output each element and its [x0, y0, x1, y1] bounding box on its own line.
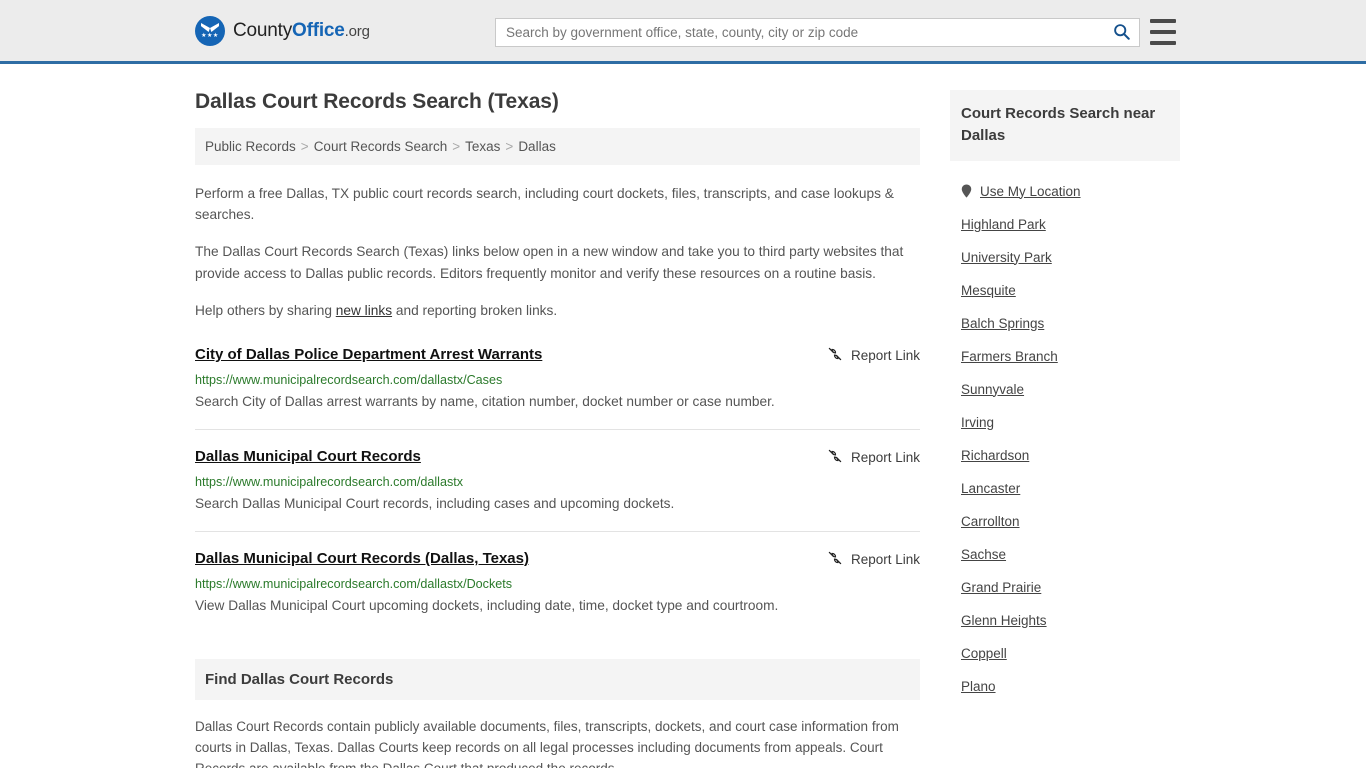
result-description: Search Dallas Municipal Court records, i… [195, 496, 675, 512]
sidebar: Court Records Search near Dallas Use My … [950, 64, 1180, 768]
sidebar-heading: Court Records Search near Dallas [950, 90, 1180, 161]
use-my-location-link[interactable]: Use My Location [980, 184, 1081, 199]
broken-link-icon [827, 448, 843, 467]
map-pin-icon [961, 184, 972, 198]
sidebar-item-highland-park[interactable]: Highland Park [950, 208, 1180, 241]
broken-link-icon [827, 550, 843, 569]
breadcrumb-item-court-records-search[interactable]: Court Records Search [314, 139, 448, 154]
find-records-heading: Find Dallas Court Records [195, 658, 920, 700]
result-title-link[interactable]: Dallas Municipal Court Records (Dallas, … [195, 549, 529, 569]
breadcrumb-separator: > [300, 139, 309, 154]
sidebar-item-sachse[interactable]: Sachse [950, 538, 1180, 571]
sidebar-city-link[interactable]: Lancaster [961, 481, 1020, 496]
sidebar-item-richardson[interactable]: Richardson [950, 439, 1180, 472]
sidebar-item-balch-springs[interactable]: Balch Springs [950, 307, 1180, 340]
sidebar-city-link[interactable]: Farmers Branch [961, 349, 1058, 364]
results-list: City of Dallas Police Department Arrest … [195, 345, 920, 633]
sidebar-item-grand-prairie[interactable]: Grand Prairie [950, 571, 1180, 604]
find-records-body: Dallas Court Records contain publicly av… [195, 717, 920, 768]
report-link-button[interactable]: Report Link [827, 345, 920, 365]
brand-name: CountyOffice.org [233, 20, 370, 42]
breadcrumb-item-texas[interactable]: Texas [465, 139, 500, 154]
sidebar-city-link[interactable]: Sachse [961, 547, 1006, 562]
sidebar-city-link[interactable]: Glenn Heights [961, 613, 1047, 628]
intro-paragraph-3: Help others by sharing new links and rep… [195, 300, 920, 321]
report-link-label: Report Link [850, 348, 920, 364]
result-url[interactable]: https://www.municipalrecordsearch.com/da… [195, 475, 920, 489]
intro-paragraph-2: The Dallas Court Records Search (Texas) … [195, 244, 904, 281]
report-link-button[interactable]: Report Link [827, 447, 920, 467]
new-links-link[interactable]: new links [336, 303, 392, 318]
result-item: City of Dallas Police Department Arrest … [195, 345, 920, 431]
main-content: Dallas Court Records Search (Texas) Publ… [195, 64, 920, 768]
sidebar-item-university-park[interactable]: University Park [950, 241, 1180, 274]
intro-text: Perform a free Dallas, TX public court r… [195, 183, 920, 321]
brand-name-part1: County [233, 19, 293, 41]
site-header: ★★★ CountyOffice.org [0, 0, 1366, 64]
sidebar-city-link[interactable]: Balch Springs [961, 316, 1044, 331]
result-url[interactable]: https://www.municipalrecordsearch.com/da… [195, 373, 920, 387]
find-records-paragraph: Dallas Court Records contain publicly av… [195, 718, 899, 768]
sidebar-item-carrollton[interactable]: Carrollton [950, 505, 1180, 538]
search-input[interactable] [496, 25, 1103, 40]
result-description: View Dallas Municipal Court upcoming doc… [195, 597, 779, 613]
countyoffice-logo-icon: ★★★ [195, 15, 225, 46]
result-url[interactable]: https://www.municipalrecordsearch.com/da… [195, 577, 920, 591]
sidebar-item-sunnyvale[interactable]: Sunnyvale [950, 373, 1180, 406]
sidebar-item-plano[interactable]: Plano [950, 670, 1180, 703]
sidebar-item-mesquite[interactable]: Mesquite [950, 274, 1180, 307]
report-link-label: Report Link [850, 450, 920, 466]
site-logo[interactable]: ★★★ CountyOffice.org [195, 15, 370, 46]
sidebar-city-link[interactable]: Plano [961, 679, 996, 694]
share-text-after: and reporting broken links. [392, 302, 558, 318]
report-link-button[interactable]: Report Link [827, 549, 920, 569]
sidebar-city-link[interactable]: Sunnyvale [961, 382, 1024, 397]
intro-paragraph-1: Perform a free Dallas, TX public court r… [195, 186, 894, 223]
sidebar-city-link[interactable]: Irving [961, 415, 994, 430]
sidebar-city-link[interactable]: Coppell [961, 646, 1007, 661]
search-icon [1113, 23, 1130, 43]
sidebar-city-link[interactable]: Grand Prairie [961, 580, 1041, 595]
breadcrumb-item-dallas[interactable]: Dallas [518, 139, 556, 154]
sidebar-city-link[interactable]: University Park [961, 250, 1052, 265]
sidebar-item-glenn-heights[interactable]: Glenn Heights [950, 604, 1180, 637]
page-title: Dallas Court Records Search (Texas) [195, 90, 559, 113]
sidebar-item-farmers-branch[interactable]: Farmers Branch [950, 340, 1180, 373]
result-title-link[interactable]: Dallas Municipal Court Records [195, 447, 421, 467]
sidebar-city-link[interactable]: Mesquite [961, 283, 1016, 298]
broken-link-icon [827, 346, 843, 365]
sidebar-city-link[interactable]: Carrollton [961, 514, 1020, 529]
sidebar-city-link[interactable]: Highland Park [961, 217, 1046, 232]
result-item: Dallas Municipal Court Records Report Li… [195, 447, 920, 532]
breadcrumb-separator: > [452, 139, 461, 154]
hamburger-menu-icon[interactable] [1150, 19, 1176, 45]
brand-name-part2: Office [292, 19, 345, 41]
share-text-before: Help others by sharing [195, 302, 336, 318]
result-title-link[interactable]: City of Dallas Police Department Arrest … [195, 345, 542, 365]
result-item: Dallas Municipal Court Records (Dallas, … [195, 549, 920, 633]
sidebar-city-link[interactable]: Richardson [961, 448, 1029, 463]
result-description: Search City of Dallas arrest warrants by… [195, 394, 775, 410]
report-link-label: Report Link [850, 551, 920, 567]
breadcrumb: Public Records > Court Records Search > Texa… [195, 128, 920, 165]
sidebar-item-use-my-location[interactable]: Use My Location [950, 175, 1180, 208]
search-button[interactable] [1103, 19, 1139, 46]
brand-name-tld: .org [344, 22, 370, 40]
sidebar-city-list: Use My Location Highland Park University… [950, 175, 1180, 703]
breadcrumb-item-public-records[interactable]: Public Records [205, 139, 296, 154]
search-bar [495, 18, 1140, 47]
sidebar-item-lancaster[interactable]: Lancaster [950, 472, 1180, 505]
sidebar-item-coppell[interactable]: Coppell [950, 637, 1180, 670]
breadcrumb-separator: > [505, 139, 514, 154]
page-body: Dallas Court Records Search (Texas) Publ… [0, 64, 1366, 768]
sidebar-item-irving[interactable]: Irving [950, 406, 1180, 439]
